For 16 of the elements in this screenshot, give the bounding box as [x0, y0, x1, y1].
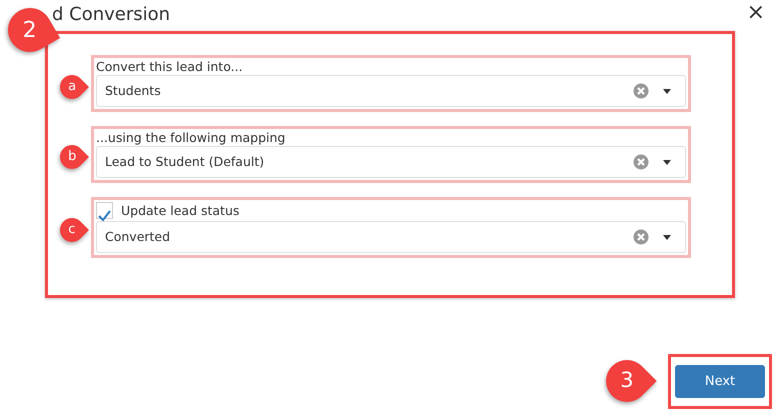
select-field[interactable]: Lead to Student (Default)	[96, 146, 686, 178]
select-field[interactable]: Students	[96, 75, 686, 107]
clear-icon[interactable]	[633, 83, 649, 99]
clear-icon[interactable]	[633, 154, 649, 170]
field-label: Convert this lead into...	[96, 58, 243, 75]
field-label: Update lead status	[121, 202, 240, 219]
clear-icon[interactable]	[633, 229, 649, 245]
close-button[interactable]: ×	[744, 2, 767, 24]
caret-icon[interactable]	[663, 234, 671, 240]
caret-icon[interactable]	[663, 88, 671, 94]
caret-icon[interactable]	[663, 160, 671, 164]
field-label: ...using the following mapping	[96, 129, 286, 146]
next-button[interactable]: Next	[675, 365, 765, 398]
dialog-title: d Conversion	[52, 4, 170, 26]
select-field[interactable]: Converted	[96, 221, 686, 253]
checkbox[interactable]	[96, 202, 113, 219]
